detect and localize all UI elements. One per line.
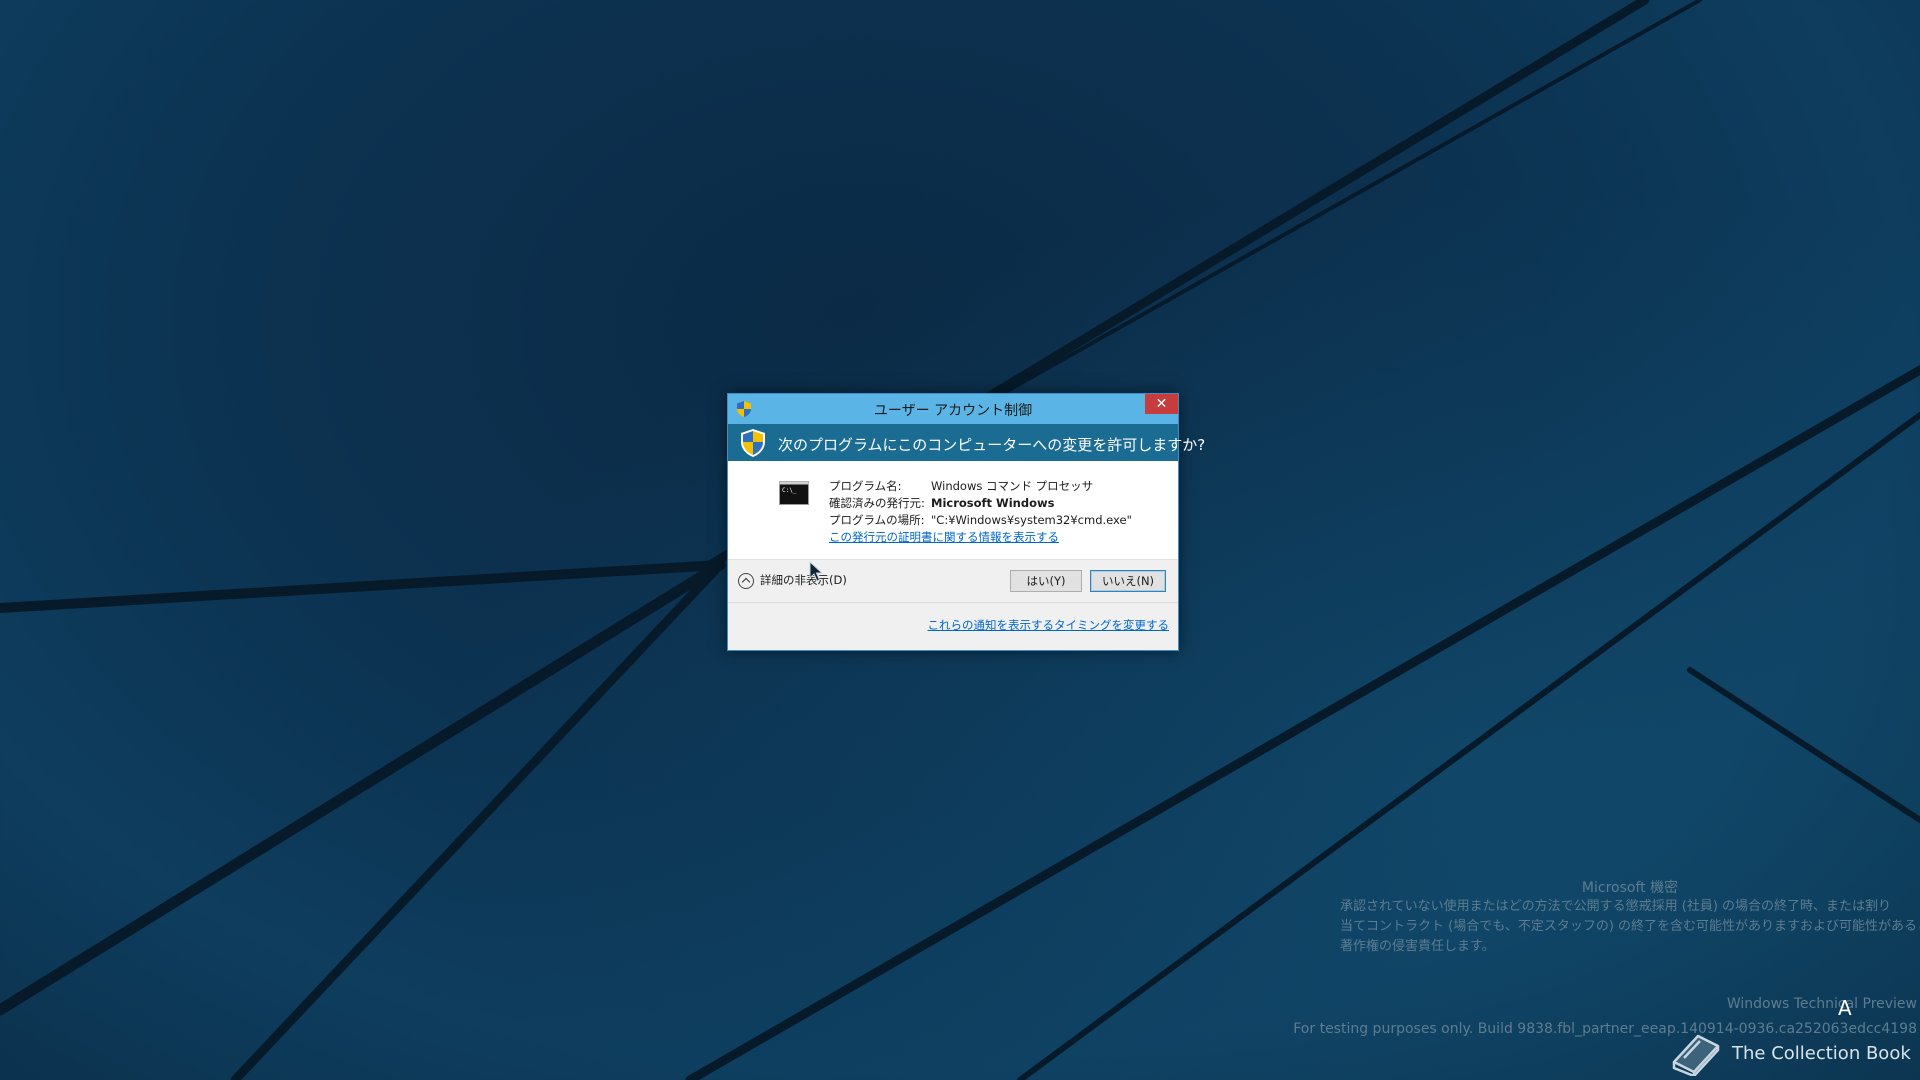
permission-question: 次のプログラムにこのコンピューターへの変更を許可しますか? — [778, 436, 1206, 454]
build-info-label: For testing purposes only. Build 9838.fb… — [1293, 1021, 1917, 1037]
cmd-icon: C:\_ — [779, 481, 809, 505]
notification-timing-link[interactable]: これらの通知を表示するタイミングを変更する — [928, 617, 1170, 633]
program-location-row: プログラムの場所: "C:¥Windows¥system32¥cmd.exe" — [829, 512, 1132, 529]
uac-dialog: ユーザー アカウント制御 ✕ 次のプログラムにこのコンピューターへの変更を許可し… — [727, 393, 1205, 651]
close-button[interactable]: ✕ — [1145, 394, 1178, 414]
no-button[interactable]: いいえ(N) — [1090, 570, 1166, 592]
certificate-info-link[interactable]: この発行元の証明書に関する情報を表示する — [829, 529, 1059, 545]
dialog-title: ユーザー アカウント制御 — [873, 403, 1033, 419]
dialog-header: 次のプログラムにこのコンピューターへの変更を許可しますか? — [728, 424, 1205, 461]
publisher-value: Microsoft Windows — [931, 496, 1055, 510]
confidential-line: 著作権の侵害責任します。 — [1340, 939, 1495, 954]
text-cursor-icon: A — [1838, 996, 1852, 1020]
dialog-actions: 詳細の非表示(D) はい(Y) いいえ(N) — [728, 559, 1178, 603]
dialog-footer: これらの通知を表示するタイミングを変更する — [728, 602, 1178, 650]
mouse-cursor-icon — [809, 561, 823, 582]
dialog-titlebar: ユーザー アカウント制御 ✕ — [728, 394, 1178, 424]
program-name-value: Windows コマンド プロセッサ — [931, 479, 1094, 493]
book-icon — [1672, 1034, 1720, 1076]
confidential-line: 承認されていない使用またはどの方法で公開する懲戒採用 (社員) の場合の終了時、… — [1340, 899, 1892, 914]
chevron-up-icon — [738, 572, 754, 589]
publisher-row: 確認済みの発行元: Microsoft Windows — [829, 495, 1132, 512]
cmd-icon-text: C:\_ — [782, 487, 797, 494]
program-location-value: "C:¥Windows¥system32¥cmd.exe" — [931, 513, 1132, 527]
details-toggle[interactable]: 詳細の非表示(D) — [738, 572, 847, 589]
confidential-title: Microsoft 機密 — [1581, 880, 1679, 896]
confidential-notice: 承認されていない使用またはどの方法で公開する懲戒採用 (社員) の場合の終了時、… — [1340, 897, 1920, 957]
program-location-label: プログラムの場所: — [829, 513, 925, 527]
uac-shield-icon — [741, 429, 765, 457]
details-toggle-label: 詳細の非表示(D) — [760, 573, 847, 587]
program-info: プログラム名: Windows コマンド プロセッサ 確認済みの発行元: Micro… — [829, 478, 1132, 529]
technical-preview-label: Windows Technical Preview — [1726, 996, 1917, 1012]
dialog-body: C:\_ プログラム名: Windows コマンド プロセッサ 確認済みの発行元:… — [728, 461, 1178, 559]
publisher-label: 確認済みの発行元: — [829, 496, 925, 510]
confidential-line: 当てコントラクト (場合でも、不定スタッフの) の終了を含む可能性がありますおよ… — [1340, 919, 1920, 934]
program-name-row: プログラム名: Windows コマンド プロセッサ — [829, 478, 1132, 495]
collection-book-label: The Collection Book — [1732, 1043, 1911, 1064]
program-name-label: プログラム名: — [829, 479, 902, 493]
close-icon: ✕ — [1155, 396, 1168, 412]
yes-button[interactable]: はい(Y) — [1010, 570, 1082, 592]
